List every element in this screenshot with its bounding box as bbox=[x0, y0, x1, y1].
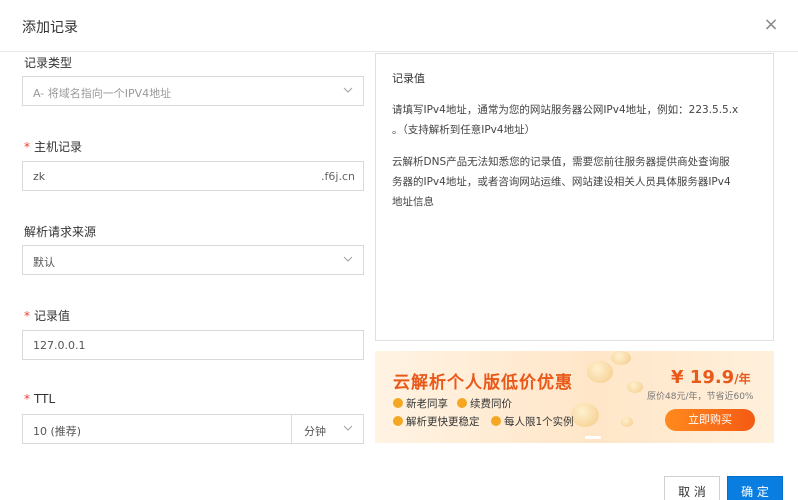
promo-feature: 解析更快更稳定 bbox=[393, 414, 480, 429]
record-type-label: 记录类型 bbox=[24, 56, 73, 70]
record-type-select[interactable]: A- 将域名指向一个IPV4地址 bbox=[22, 76, 364, 106]
ttl-unit-value: 分钟 bbox=[304, 425, 326, 438]
record-value-help-panel: 记录值 请填写IPv4地址，通常为您的网站服务器公网IPv4地址，例如：223.… bbox=[375, 53, 774, 341]
coin-decoration bbox=[611, 351, 631, 365]
domain-suffix: .f6j.cn bbox=[321, 170, 355, 183]
coin-decoration bbox=[571, 403, 599, 427]
help-paragraph-2: 云解析DNS产品无法知悉您的记录值，需要您前往服务器提供商处查询服 务器的IPv… bbox=[392, 156, 731, 208]
help-paragraph-1: 请填写IPv4地址，通常为您的网站服务器公网IPv4地址，例如：223.5.5.… bbox=[392, 104, 739, 136]
dialog-title: 添加记录 bbox=[22, 20, 78, 36]
required-mark: * bbox=[24, 309, 30, 323]
chevron-down-icon bbox=[343, 423, 353, 433]
confirm-button[interactable]: 确 定 bbox=[727, 476, 783, 500]
source-value: 默认 bbox=[33, 256, 55, 269]
ttl-unit-select[interactable]: 分钟 bbox=[291, 414, 364, 444]
check-icon bbox=[491, 416, 501, 426]
ttl-input[interactable]: 10 (推荐) bbox=[22, 414, 292, 444]
record-value-input[interactable]: 127.0.0.1 bbox=[22, 330, 364, 360]
close-icon[interactable]: × bbox=[762, 16, 780, 34]
promo-feature: 续费同价 bbox=[457, 396, 512, 411]
promo-feature: 每人限1个实例 bbox=[491, 414, 574, 429]
ttl-label: * TTL bbox=[24, 392, 56, 406]
dialog-header: 添加记录 × bbox=[0, 0, 798, 52]
required-mark: * bbox=[24, 392, 30, 406]
chevron-down-icon bbox=[343, 85, 353, 95]
chevron-down-icon bbox=[343, 254, 353, 264]
host-record-value: zk bbox=[33, 170, 46, 183]
record-value-text: 127.0.0.1 bbox=[33, 339, 86, 352]
add-record-dialog: 添加记录 × 记录类型 A- 将域名指向一个IPV4地址 * 主机记录 zk .f… bbox=[0, 0, 798, 500]
source-select[interactable]: 默认 bbox=[22, 245, 364, 275]
record-value-label: * 记录值 bbox=[24, 309, 71, 323]
coin-decoration bbox=[627, 381, 643, 393]
source-label: 解析请求来源 bbox=[24, 225, 97, 239]
promo-banner[interactable]: 云解析个人版低价优惠 新老同享 续费同价 解析更快更稳定 每人限1个实例 ¥ 1… bbox=[375, 351, 774, 443]
host-record-label: * 主机记录 bbox=[24, 140, 83, 154]
coin-decoration bbox=[621, 417, 633, 427]
record-type-value: A- 将域名指向一个IPV4地址 bbox=[33, 87, 172, 100]
promo-original-price: 原价48元/年，节省近60% bbox=[647, 392, 754, 402]
help-title: 记录值 bbox=[392, 72, 425, 85]
cancel-button[interactable]: 取 消 bbox=[664, 476, 720, 500]
promo-feature: 新老同享 bbox=[393, 396, 448, 411]
coin-decoration bbox=[587, 361, 613, 383]
check-icon bbox=[393, 416, 403, 426]
carousel-indicator[interactable] bbox=[585, 436, 601, 439]
buy-now-button[interactable]: 立即购买 bbox=[665, 409, 755, 431]
promo-headline: 云解析个人版低价优惠 bbox=[393, 373, 573, 393]
required-mark: * bbox=[24, 140, 30, 154]
promo-price: ¥ 19.9/年 bbox=[671, 367, 751, 388]
ttl-value: 10 (推荐) bbox=[33, 425, 82, 438]
check-icon bbox=[393, 398, 403, 408]
host-record-input[interactable]: zk .f6j.cn bbox=[22, 161, 364, 191]
check-icon bbox=[457, 398, 467, 408]
